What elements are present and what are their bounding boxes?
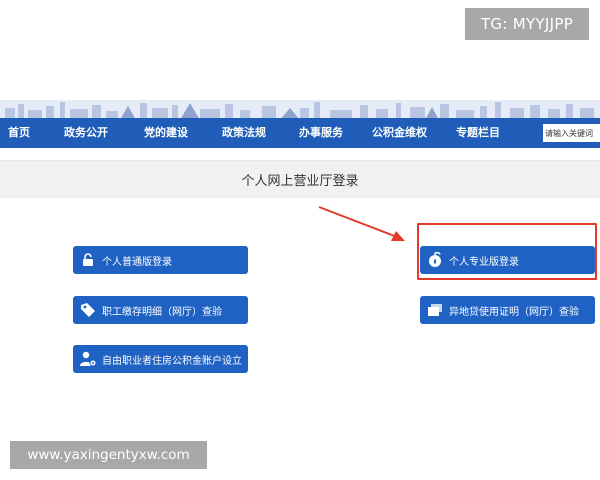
offsite-loan-query-button[interactable]: 异地贷使用证明（网厅）查验: [420, 296, 595, 324]
page-title: 个人网上营业厅登录: [241, 173, 359, 189]
nav-item-home[interactable]: 首页: [8, 118, 30, 148]
document-stack-icon: [426, 301, 444, 319]
watermark-url-label: www.yaxingentyxw.com: [10, 441, 207, 469]
unlock-icon: [426, 251, 444, 269]
employee-deposit-query-button[interactable]: 职工缴存明细（网厅）查验: [73, 296, 248, 324]
main-navigation: 首页 政务公开 党的建设 政策法规 办事服务 公积金维权 专题栏目: [0, 118, 600, 148]
nav-item-policies[interactable]: 政策法规: [222, 118, 266, 148]
nav-item-party-building[interactable]: 党的建设: [144, 118, 188, 148]
page-title-band: 个人网上营业厅登录: [0, 160, 600, 198]
personal-pro-login-button[interactable]: 个人专业版登录: [420, 246, 595, 274]
nav-item-special-topics[interactable]: 专题栏目: [456, 118, 500, 148]
unlock-icon: [79, 251, 97, 269]
nav-item-rights-protection[interactable]: 公积金维权: [372, 118, 427, 148]
user-gear-icon: [79, 350, 97, 368]
watermark-tg-label: TG: MYYJJPP: [465, 8, 589, 40]
employee-deposit-query-label: 职工缴存明细（网厅）查验: [102, 306, 222, 318]
personal-normal-login-label: 个人普通版登录: [102, 256, 172, 268]
red-arrow-annotation: [318, 206, 405, 241]
nav-item-government-affairs[interactable]: 政务公开: [64, 118, 108, 148]
freelancer-account-open-label: 自由职业者住房公积金账户设立: [102, 355, 242, 367]
search-input[interactable]: [543, 124, 600, 142]
freelancer-account-open-button[interactable]: 自由职业者住房公积金账户设立: [73, 345, 248, 373]
personal-normal-login-button[interactable]: 个人普通版登录: [73, 246, 248, 274]
offsite-loan-query-label: 异地贷使用证明（网厅）查验: [449, 306, 579, 318]
tag-icon: [79, 301, 97, 319]
personal-pro-login-label: 个人专业版登录: [449, 256, 519, 268]
header-banner-skyline: [0, 100, 600, 120]
nav-item-services[interactable]: 办事服务: [299, 118, 343, 148]
